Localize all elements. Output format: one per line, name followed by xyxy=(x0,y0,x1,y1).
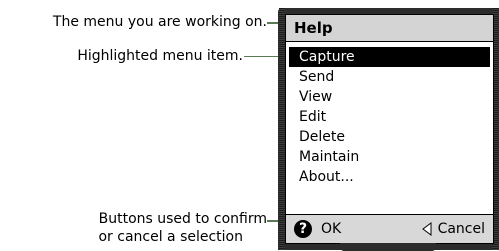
device-frame: Help Capture Send View Edit Delete Maint… xyxy=(278,8,499,250)
device-screen: Help Capture Send View Edit Delete Maint… xyxy=(285,14,494,244)
menu-title: Help xyxy=(294,19,333,37)
callout-highlight-label: Highlighted menu item. xyxy=(77,48,243,64)
menu-item-maintain[interactable]: Maintain xyxy=(289,147,490,167)
help-question-icon: ? xyxy=(294,220,312,238)
menu-item-capture[interactable]: Capture xyxy=(289,47,490,67)
menu-item-send[interactable]: Send xyxy=(289,67,490,87)
callout-buttons-label: Buttons used to confirm xyxy=(98,211,267,227)
back-triangle-icon xyxy=(421,222,432,236)
ok-button[interactable]: ? OK xyxy=(294,219,341,239)
menu-list: Capture Send View Edit Delete Maintain A… xyxy=(286,47,493,187)
callout-menu-label: The menu you are working on. xyxy=(52,14,267,30)
callout-buttons-label-2: or cancel a selection xyxy=(98,229,243,245)
menu-item-view[interactable]: View xyxy=(289,87,490,107)
menu-title-bar: Help xyxy=(286,15,493,42)
cancel-button[interactable]: Cancel xyxy=(421,219,485,239)
menu-item-about[interactable]: About... xyxy=(289,167,490,187)
menu-item-edit[interactable]: Edit xyxy=(289,107,490,127)
menu-item-delete[interactable]: Delete xyxy=(289,127,490,147)
softkey-bar: ? OK Cancel xyxy=(286,214,493,243)
ok-button-label: OK xyxy=(321,221,342,237)
cancel-button-label: Cancel xyxy=(437,221,485,237)
